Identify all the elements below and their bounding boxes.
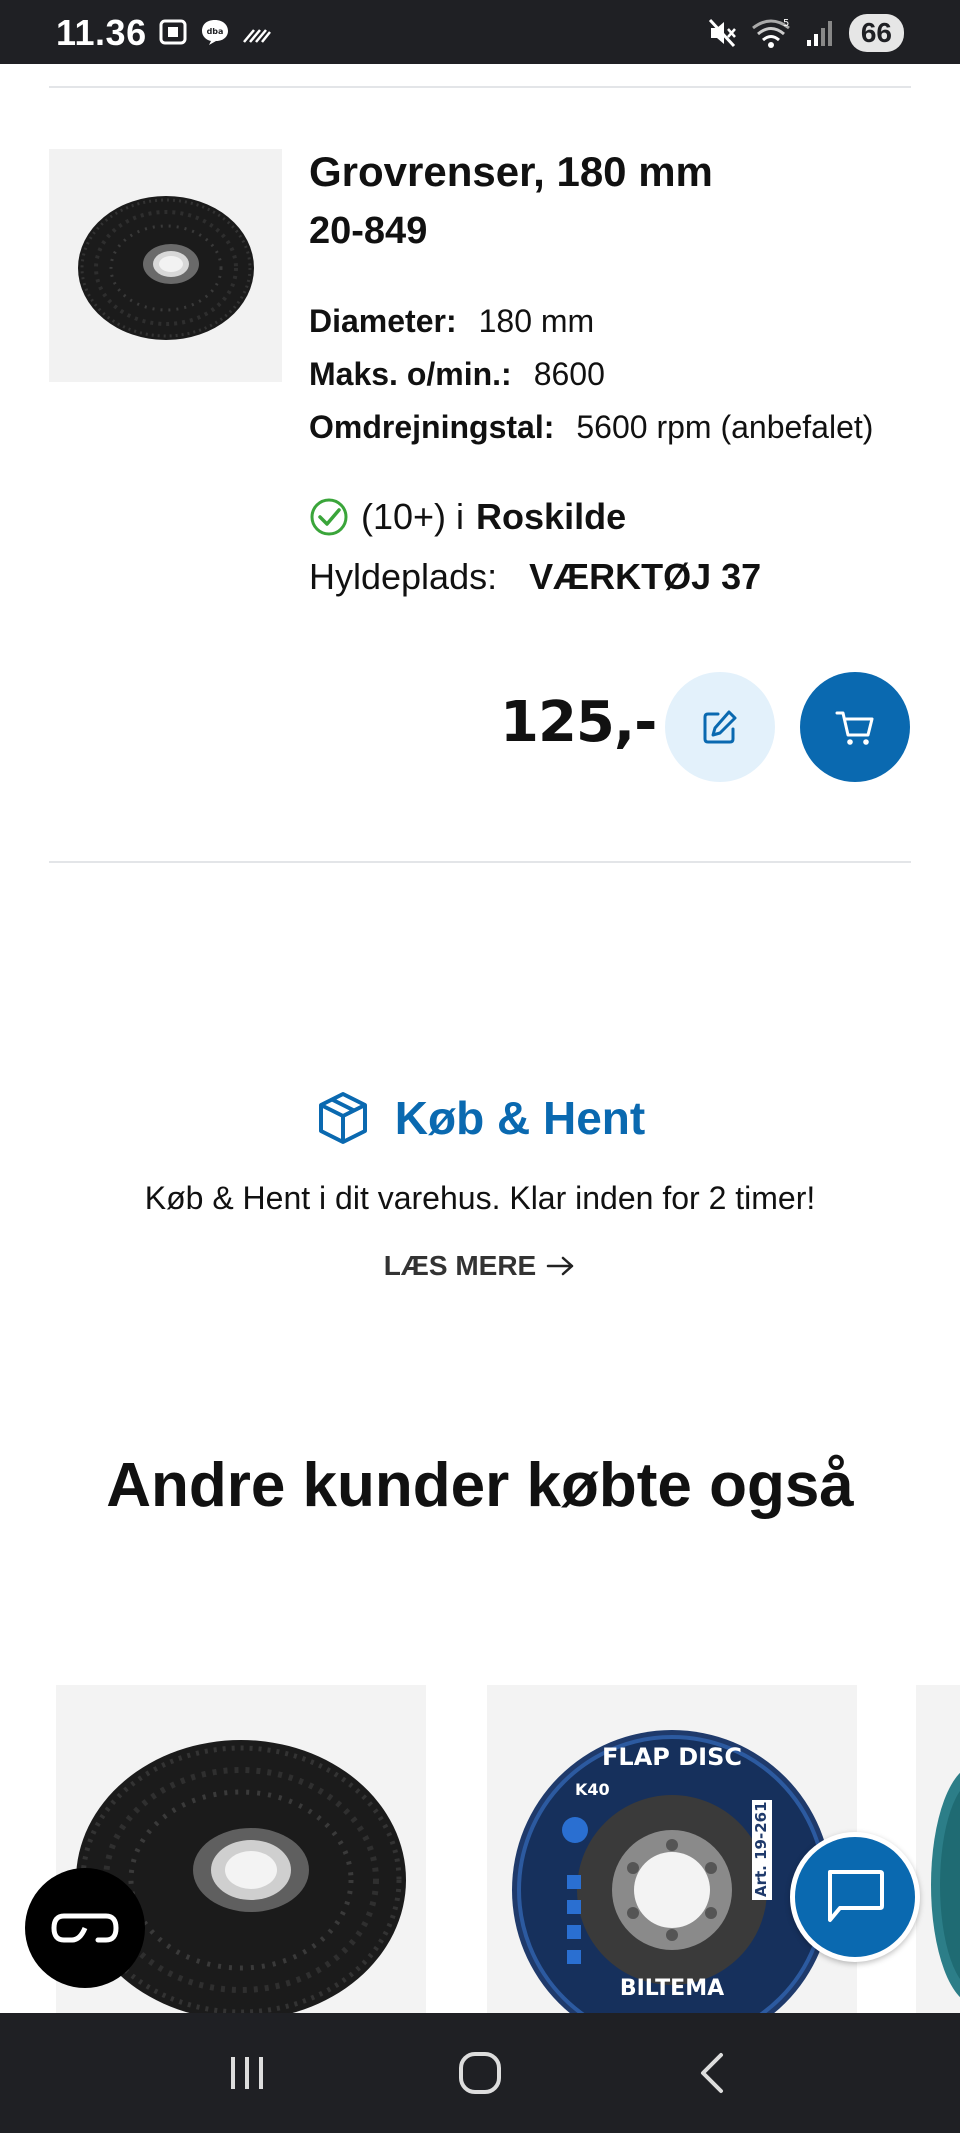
system-nav-bar	[0, 2013, 960, 2133]
status-time: 11.36	[56, 12, 147, 53]
home-button[interactable]	[450, 2043, 510, 2103]
top-divider	[49, 86, 911, 88]
recent-apps-button[interactable]	[217, 2043, 277, 2103]
chat-button[interactable]	[790, 1832, 920, 1962]
recommendations-title: Andre kunder købte også	[106, 1451, 854, 1520]
spec-value: 5600 rpm (anbefalet)	[576, 409, 874, 445]
mute-icon	[708, 18, 736, 48]
cell-signal-icon	[806, 21, 832, 46]
svg-text:5: 5	[783, 18, 789, 29]
chat-bubble-icon	[828, 1870, 884, 1922]
article-number-label: Art. 19-261	[752, 1801, 770, 1897]
recent-apps-icon	[230, 2057, 263, 2089]
check-circle-icon	[310, 498, 348, 536]
spec-label: Maks. o/min.:	[309, 356, 512, 392]
spec-label: Diameter:	[309, 303, 457, 339]
shelf-location: Hyldeplads: VÆRKTØJ 37	[309, 556, 761, 598]
product-sku: 20-849	[309, 210, 428, 252]
product-title[interactable]: Grovrenser, 180 mm	[309, 148, 713, 196]
product-divider	[49, 861, 911, 863]
arrow-right-icon	[546, 1256, 574, 1276]
stock-store[interactable]: Roskilde	[476, 496, 626, 538]
spec-row-rotation-speed: Omdrejningstal: 5600 rpm (anbefalet)	[309, 409, 873, 446]
pickup-description: Køb & Hent i dit varehus. Klar inden for…	[144, 1180, 816, 1216]
battery-indicator: 66	[848, 14, 904, 52]
screenshot-icon	[159, 19, 187, 45]
cart-icon	[835, 711, 874, 745]
product-image-partial	[916, 1685, 960, 2015]
shelf-label: Hyldeplads:	[309, 556, 498, 597]
signal-noise-icon	[243, 29, 271, 43]
edit-note-button[interactable]	[665, 672, 775, 782]
abrasive-disc-image	[77, 195, 254, 340]
spec-value: 180 mm	[478, 303, 595, 339]
edit-icon	[703, 710, 737, 744]
wifi-icon: 5	[751, 18, 790, 48]
shelf-value: VÆRKTØJ 37	[529, 556, 762, 597]
spec-label: Omdrejningstal:	[309, 409, 555, 445]
back-button[interactable]	[683, 2043, 743, 2103]
product-price: 125,-	[500, 690, 657, 755]
spec-row-max-rpm: Maks. o/min.: 8600	[309, 356, 605, 393]
brand-label: BILTEMA	[620, 1976, 724, 2001]
back-icon	[701, 2053, 724, 2093]
flap-disc-label: FLAP DISC	[602, 1743, 742, 1771]
recommended-product-card[interactable]: FLAP DISC K40 Art. 19-261 BILTEMA	[487, 1685, 857, 2015]
svg-text:dba: dba	[207, 27, 224, 36]
box-icon	[318, 1092, 367, 1144]
grit-label: K40	[575, 1780, 610, 1799]
loop-button[interactable]	[25, 1868, 145, 1988]
read-more-label: LÆS MERE	[383, 1250, 537, 1281]
spec-row-diameter: Diameter: 180 mm	[309, 303, 594, 340]
stock-status: (10+) i Roskilde	[309, 496, 626, 538]
recommended-product-card-partial[interactable]	[916, 1685, 960, 2015]
spec-value: 8600	[533, 356, 605, 392]
pickup-heading: Køb & Hent	[0, 1090, 960, 1146]
pickup-title: Køb & Hent	[394, 1092, 646, 1144]
dba-chat-icon: dba	[202, 20, 228, 45]
status-bar: 11.36 dba 5 66	[0, 0, 960, 64]
add-to-cart-button[interactable]	[800, 672, 910, 782]
flap-disc-image: FLAP DISC K40 Art. 19-261 BILTEMA	[512, 1730, 832, 2015]
home-icon	[458, 2052, 501, 2094]
product-image[interactable]	[49, 149, 282, 382]
stock-quantity: (10+) i	[361, 496, 465, 537]
read-more-link[interactable]: LÆS MERE	[0, 1250, 960, 1282]
loop-icon	[51, 1913, 119, 1943]
